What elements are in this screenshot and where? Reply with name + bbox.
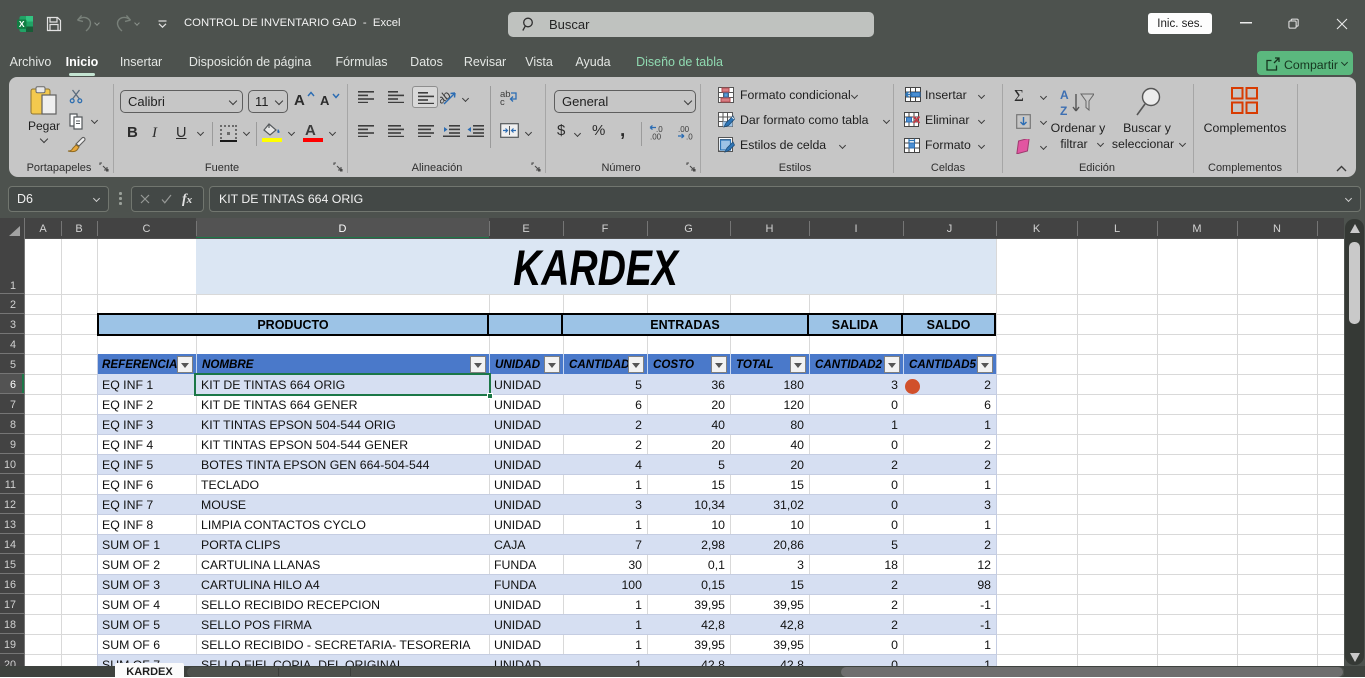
svg-text:A: A: [1060, 88, 1069, 102]
svg-text:c: c: [500, 97, 505, 106]
svg-text:X: X: [19, 19, 25, 29]
svg-text:.0: .0: [686, 133, 693, 141]
svg-text:Z: Z: [1060, 104, 1067, 117]
svg-text:.00: .00: [650, 133, 662, 141]
